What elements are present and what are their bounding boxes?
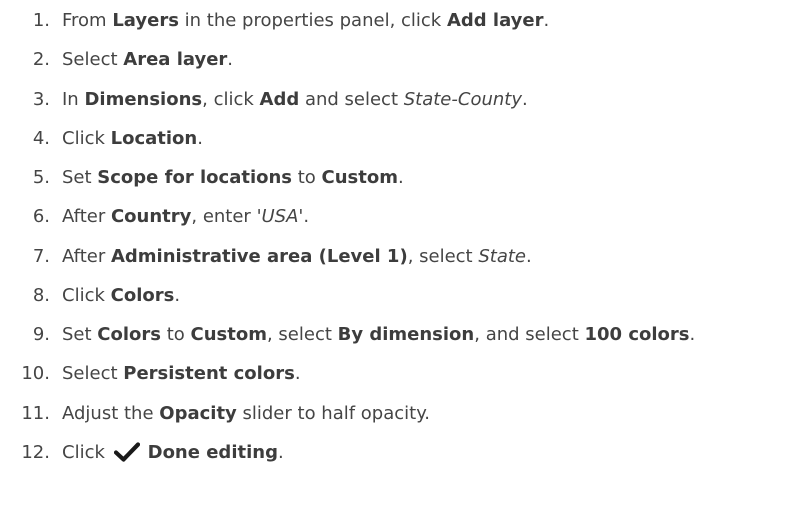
text-fragment: . [227,49,234,71]
step-text: Click Colors. [62,285,180,306]
ui-term: 100 colors [584,324,690,346]
ui-term: Custom [190,324,267,346]
ui-term: Opacity [159,402,237,424]
text-fragment: Select [62,49,124,71]
step-number: 9. [32,324,50,346]
text-fragment: . [689,324,696,346]
step-text: After Country, enter 'USA'. [62,206,309,227]
step-8: 8. Click Colors. [0,276,799,315]
ui-term: Area layer [123,49,228,71]
text-fragment: . [277,441,284,463]
ui-term: Scope for locations [97,167,293,189]
step-text: Click Done editing. [62,442,284,463]
text-fragment: , click [202,88,260,110]
text-fragment: slider to half opacity. [236,402,431,424]
ui-term: Done editing [147,441,278,463]
text-fragment: . [174,284,181,306]
step-number: 2. [32,49,50,71]
step-11: 11. Adjust the Opacity slider to half op… [0,394,799,433]
text-fragment: . [294,363,301,385]
checkmark-icon [113,442,140,462]
step-text: Set Scope for locations to Custom. [62,167,404,188]
text-fragment: , enter [191,206,257,228]
text-fragment: Adjust the [62,402,160,424]
step-2: 2. Select Area layer. [0,40,799,79]
text-fragment: In [62,88,85,110]
step-text: Adjust the Opacity slider to half opacit… [62,403,430,424]
field-name: State-County [403,88,522,110]
text-fragment: , select [266,324,338,346]
step-number: 5. [32,167,50,189]
step-1: 1. From Layers in the properties panel, … [0,1,799,40]
step-7: 7. After Administrative area (Level 1), … [0,237,799,276]
step-number: 3. [32,88,50,110]
text-fragment: to [160,324,191,346]
step-text: Select Area layer. [62,49,233,70]
field-name: State [478,245,526,267]
step-9: 9. Set Colors to Custom, select By dimen… [0,315,799,354]
step-text: From Layers in the properties panel, cli… [62,10,549,31]
step-text: After Administrative area (Level 1), sel… [62,246,532,267]
text-fragment: Select [62,363,124,385]
ui-term: Administrative area (Level 1) [110,245,408,267]
text-fragment: Click [62,127,111,149]
text-fragment: , select [407,245,479,267]
step-4: 4. Click Location. [0,119,799,158]
step-text: Select Persistent colors. [62,363,301,384]
text-fragment: and select [299,88,404,110]
step-text: In Dimensions, click Add and select Stat… [62,89,528,110]
text-fragment: Click [62,441,111,463]
text-fragment: Click [62,284,111,306]
text-fragment: . [197,127,203,149]
text-fragment: Set [62,167,98,189]
ui-term: Custom [321,167,398,189]
text-fragment: . [526,245,532,267]
ui-term: Dimensions [84,88,203,110]
instruction-list: 1. From Layers in the properties panel, … [0,1,799,472]
ui-term: Layers [112,10,179,32]
ui-term: Add [259,88,300,110]
text-fragment: . [303,206,310,228]
text-fragment: After [62,206,111,228]
ui-term: Add layer [446,10,544,32]
step-number: 4. [32,127,50,149]
ui-term: Colors [97,324,161,346]
ui-term: Country [110,206,192,228]
step-number: 1. [32,10,50,32]
text-fragment: . [543,10,550,32]
step-3: 3. In Dimensions, click Add and select S… [0,80,799,119]
step-number: 10. [21,363,50,385]
ui-term: Location [110,127,198,149]
step-number: 11. [21,402,50,424]
text-fragment: From [62,10,113,32]
text-fragment: , and select [474,324,585,346]
step-number: 12. [21,441,50,463]
text-fragment: in the properties panel, click [178,10,447,32]
step-number: 6. [32,206,50,228]
step-text: Set Colors to Custom, select By dimensio… [62,324,695,345]
step-5: 5. Set Scope for locations to Custom. [0,158,799,197]
step-10: 10. Select Persistent colors. [0,354,799,393]
step-number: 7. [32,245,50,267]
step-12: 12. Click Done editing. [0,433,799,472]
ui-term: By dimension [337,324,475,346]
text-fragment: . [521,88,528,110]
ui-term: Colors [110,284,175,306]
step-text: Click Location. [62,128,203,149]
step-number: 8. [32,284,50,306]
text-fragment: to [292,167,322,189]
text-fragment: After [62,245,111,267]
step-6: 6. After Country, enter 'USA'. [0,197,799,236]
text-fragment: Set [62,324,98,346]
ui-term: Persistent colors [123,363,295,385]
text-fragment: . [398,167,404,189]
entered-value: 'USA' [256,206,304,228]
